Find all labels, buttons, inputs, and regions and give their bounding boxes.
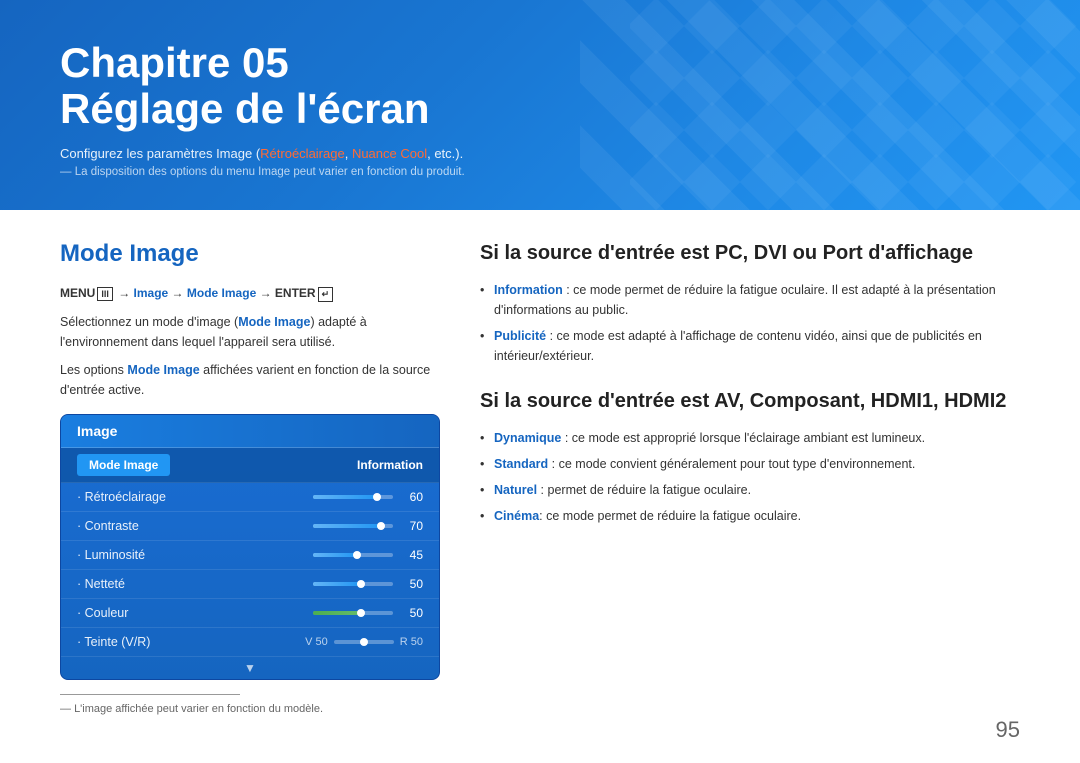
footer-note-left: L'image affichée peut varier en fonction… [60, 703, 440, 715]
left-footer: L'image affichée peut varier en fonction… [60, 694, 440, 715]
bullet-item: Naturel : permet de réduire la fatigue o… [480, 480, 1020, 500]
right-column: Si la source d'entrée est PC, DVI ou Por… [480, 240, 1020, 683]
tv-row-contraste: · Contraste 70 [61, 512, 439, 541]
tv-screen: Image Mode Image Information · Rétroécla… [60, 414, 440, 680]
tv-row-luminosite: · Luminosité 45 [61, 541, 439, 570]
menu-path: MENUIII → Image → Mode Image → ENTER↵ [60, 286, 440, 302]
header-title: Chapitre 05 Réglage de l'écran [60, 40, 1020, 132]
page-number: 95 [996, 717, 1020, 743]
description-2: Les options Mode Image affichées varient… [60, 360, 440, 400]
tv-row-nettete: · Netteté 50 [61, 570, 439, 599]
separator-line [60, 694, 240, 695]
bullet-item: Dynamique : ce mode est approprié lorsqu… [480, 428, 1020, 448]
header-subtitle: Configurez les paramètres Image (Rétroéc… [60, 146, 1020, 161]
tv-tab-info: Information [357, 458, 423, 472]
tv-arrow-down: ▼ [61, 657, 439, 679]
right-heading-1: Si la source d'entrée est PC, DVI ou Por… [480, 240, 1020, 266]
bullet-list-1: Information : ce mode permet de réduire … [480, 280, 1020, 366]
header-banner: Chapitre 05 Réglage de l'écran Configure… [0, 0, 1080, 210]
bullet-item: Information : ce mode permet de réduire … [480, 280, 1020, 320]
bullet-list-2: Dynamique : ce mode est approprié lorsqu… [480, 428, 1020, 526]
section-title-left: Mode Image [60, 240, 440, 268]
description-1: Sélectionnez un mode d'image (Mode Image… [60, 312, 440, 352]
tv-tabs-row: Mode Image Information [61, 448, 439, 483]
bullet-item: Publicité : ce mode est adapté à l'affic… [480, 326, 1020, 366]
header-note: La disposition des options du menu Image… [60, 166, 1020, 178]
tv-header: Image [61, 415, 439, 448]
main-content: Mode Image MENUIII → Image → Mode Image … [0, 210, 1080, 703]
left-column: Mode Image MENUIII → Image → Mode Image … [60, 240, 440, 683]
bullet-item: Standard : ce mode convient généralement… [480, 454, 1020, 474]
tv-row-retroeclairage: · Rétroéclairage 60 [61, 483, 439, 512]
bullet-item: Cinéma: ce mode permet de réduire la fat… [480, 506, 1020, 526]
tv-tab-mode-image: Mode Image [77, 454, 170, 476]
right-heading-2: Si la source d'entrée est AV, Composant,… [480, 388, 1020, 414]
tv-row-couleur: · Couleur 50 [61, 599, 439, 628]
tv-row-teinte: · Teinte (V/R) V 50 R 50 [61, 628, 439, 657]
